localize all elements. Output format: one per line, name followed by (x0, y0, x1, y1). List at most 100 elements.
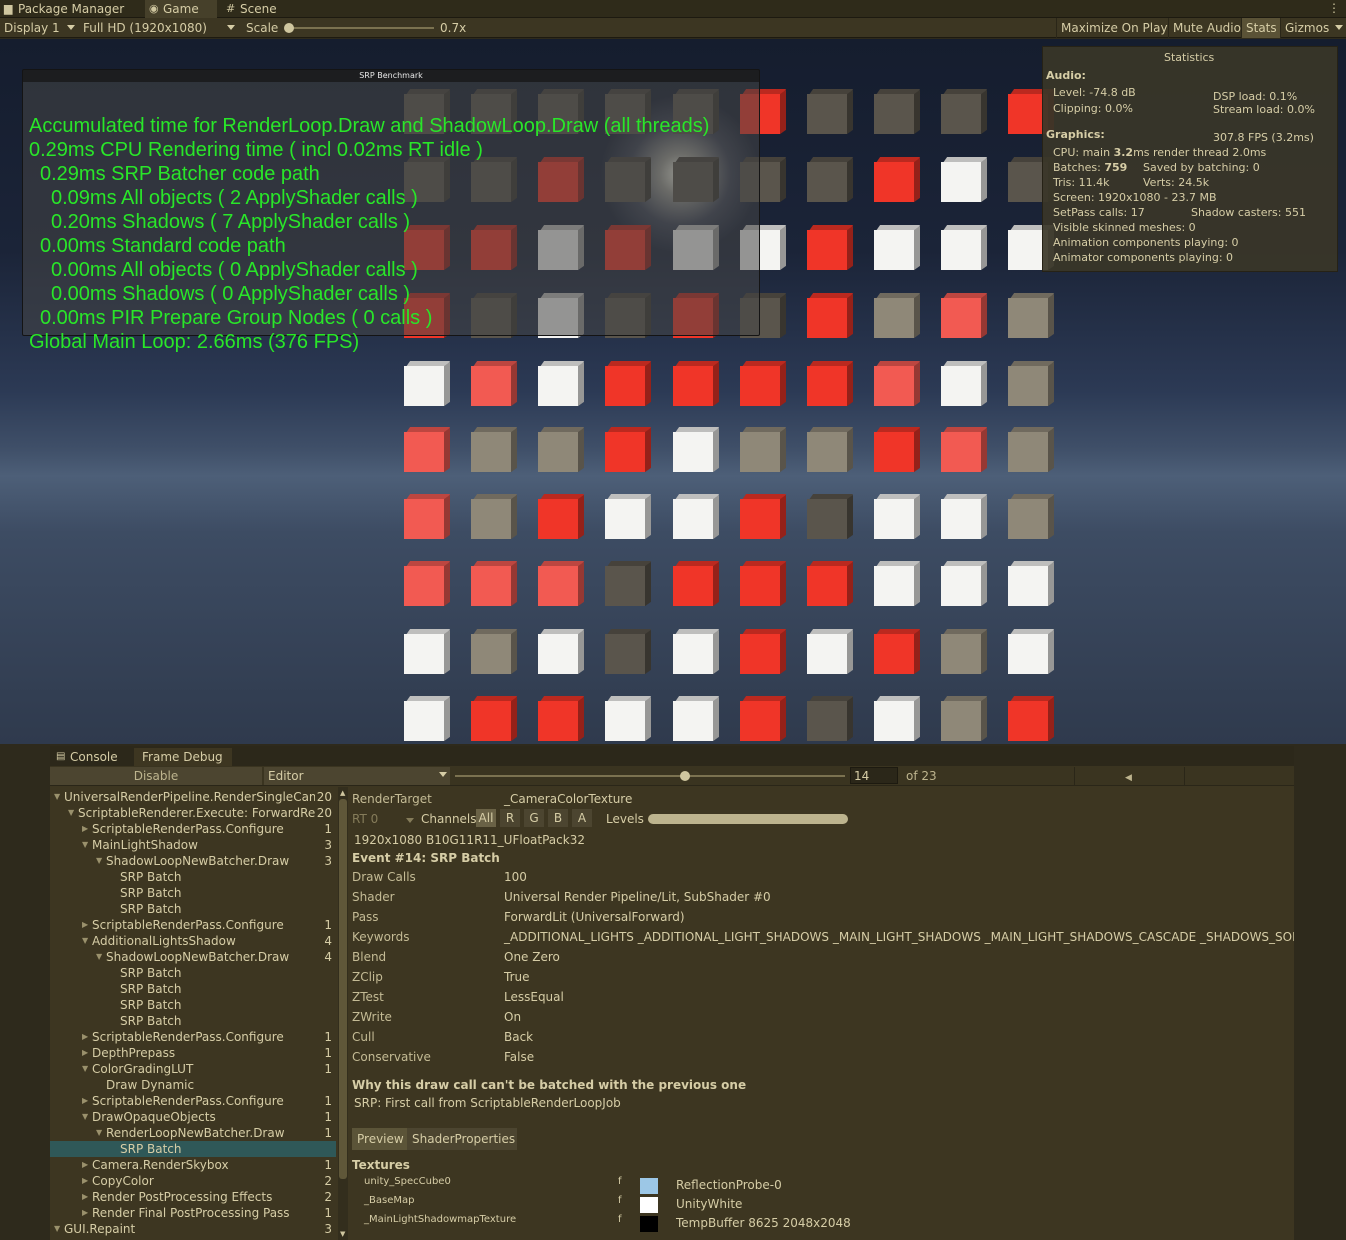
levels-range-slider[interactable] (648, 814, 848, 824)
tab-console[interactable]: ▤ Console (50, 748, 124, 766)
tree-row[interactable]: ▶ ScriptableRenderPass.Configure 1 (50, 1093, 336, 1109)
cube-side-face (914, 696, 920, 742)
tree-row-count: 1 (322, 1045, 332, 1061)
tree-scrollbar[interactable]: ▲ ▼ (338, 787, 348, 1240)
tab-game[interactable]: ◉ Game (145, 0, 217, 18)
gizmos-button[interactable]: Gizmos (1280, 18, 1333, 38)
tree-row[interactable]: ▼ AdditionalLightsShadow 4 (50, 933, 336, 949)
expand-down-icon[interactable]: ▼ (54, 1221, 64, 1237)
tree-row[interactable]: ▼ MainLightShadow 3 (50, 837, 336, 853)
texture-thumbnail[interactable] (640, 1216, 658, 1232)
cube-side-face (444, 427, 450, 473)
tree-row[interactable]: ▶ Render Final PostProcessing Pass 1 (50, 1205, 336, 1221)
more-options-icon[interactable]: ⋮ (1328, 1, 1340, 15)
expand-right-icon[interactable]: ▶ (82, 1189, 92, 1205)
preview-tab[interactable]: Preview (352, 1128, 409, 1150)
channel-b-button[interactable]: B (548, 809, 568, 827)
shader-properties-tab[interactable]: ShaderProperties (407, 1128, 517, 1150)
cube-side-face (981, 427, 987, 473)
scale-slider-thumb[interactable] (284, 23, 294, 33)
tree-row[interactable]: ▶ Render PostProcessing Effects 2 (50, 1189, 336, 1205)
tree-scrollbar-thumb[interactable] (339, 799, 347, 1179)
scroll-down-icon[interactable]: ▼ (340, 1230, 345, 1238)
expand-down-icon[interactable]: ▼ (54, 789, 64, 805)
tree-row[interactable]: ▼ ScriptableRenderer.Execute: ForwardRenc… (50, 805, 336, 821)
maximize-on-play-button[interactable]: Maximize On Play (1056, 18, 1172, 38)
target-dropdown[interactable]: Editor (264, 767, 450, 785)
channel-g-button[interactable]: G (524, 809, 544, 827)
channel-all-button[interactable]: All (476, 809, 496, 827)
expand-right-icon[interactable]: ▶ (82, 821, 92, 837)
cube-side-face (713, 629, 719, 675)
tree-row[interactable]: SRP Batch (50, 1141, 336, 1157)
event-slider-thumb[interactable] (680, 771, 690, 781)
event-index-field[interactable]: 14 (850, 767, 898, 784)
game-viewport[interactable]: SRP Benchmark Accumulated time for Rende… (0, 39, 1346, 744)
tree-row[interactable]: ▶ ScriptableRenderPass.Configure 1 (50, 917, 336, 933)
event-slider[interactable] (455, 775, 845, 777)
event-tree[interactable]: ▼ UniversalRenderPipeline.RenderSingleCam… (50, 787, 336, 1240)
package-icon: ▆ (4, 2, 13, 15)
tree-row[interactable]: ▼ ShadowLoopNewBatcher.Draw 3 (50, 853, 336, 869)
tree-row[interactable]: Draw Dynamic (50, 1077, 336, 1093)
expand-down-icon[interactable]: ▼ (82, 1061, 92, 1077)
tree-row[interactable]: SRP Batch (50, 1013, 336, 1029)
tree-row[interactable]: ▶ CopyColor 2 (50, 1173, 336, 1189)
cube-side-face (847, 293, 853, 339)
expand-down-icon[interactable]: ▼ (82, 1109, 92, 1125)
tree-row-label: Camera.RenderSkybox (92, 1158, 229, 1172)
expand-right-icon[interactable]: ▶ (82, 1205, 92, 1221)
cube-front-face (874, 162, 914, 202)
display-dropdown[interactable]: Display 1 (4, 18, 60, 38)
tree-row[interactable]: SRP Batch (50, 965, 336, 981)
expand-down-icon[interactable]: ▼ (82, 837, 92, 853)
tab-scene[interactable]: # Scene (222, 0, 292, 18)
tree-row[interactable]: ▶ Camera.RenderSkybox 1 (50, 1157, 336, 1173)
tree-row[interactable]: ▼ RenderLoopNewBatcher.Draw 1 (50, 1125, 336, 1141)
tree-row[interactable]: ▶ ScriptableRenderPass.Configure 1 (50, 821, 336, 837)
scroll-up-icon[interactable]: ▲ (340, 789, 345, 797)
expand-right-icon[interactable]: ▶ (82, 1173, 92, 1189)
tree-row[interactable]: ▼ UniversalRenderPipeline.RenderSingleCam… (50, 789, 336, 805)
scale-slider[interactable] (288, 27, 434, 29)
channel-a-button[interactable]: A (572, 809, 592, 827)
tree-row[interactable]: SRP Batch (50, 869, 336, 885)
rt-dropdown[interactable]: RT 0 (352, 812, 378, 826)
expand-down-icon[interactable]: ▼ (68, 805, 78, 821)
mute-audio-button[interactable]: Mute Audio (1168, 18, 1245, 38)
channel-r-button[interactable]: R (500, 809, 520, 827)
cube-side-face (1048, 494, 1054, 540)
resolution-dropdown[interactable]: Full HD (1920x1080) (83, 18, 207, 38)
tree-row[interactable]: SRP Batch (50, 997, 336, 1013)
expand-down-icon[interactable]: ▼ (82, 933, 92, 949)
cube-front-face (538, 366, 578, 406)
texture-thumbnail[interactable] (640, 1178, 658, 1194)
tree-row[interactable]: ▼ GUI.Repaint 3 (50, 1221, 336, 1237)
cube-front-face (605, 566, 645, 606)
tab-package-manager[interactable]: ▆ Package Manager (0, 0, 140, 18)
cube (941, 427, 988, 473)
tree-row[interactable]: ▼ ColorGradingLUT 1 (50, 1061, 336, 1077)
expand-down-icon[interactable]: ▼ (96, 949, 106, 965)
expand-down-icon[interactable]: ▼ (96, 853, 106, 869)
expand-down-icon[interactable]: ▼ (96, 1125, 106, 1141)
tab-frame-debug[interactable]: Frame Debug (134, 748, 232, 766)
tree-row[interactable]: ▶ DepthPrepass 1 (50, 1045, 336, 1061)
expand-right-icon[interactable]: ▶ (82, 1157, 92, 1173)
tree-row[interactable]: SRP Batch (50, 901, 336, 917)
tree-row-label: ScriptableRenderPass.Configure (92, 918, 284, 932)
stats-button[interactable]: Stats (1241, 18, 1281, 38)
tree-row[interactable]: ▼ ShadowLoopNewBatcher.Draw 4 (50, 949, 336, 965)
expand-right-icon[interactable]: ▶ (82, 1093, 92, 1109)
next-event-button[interactable] (1184, 767, 1292, 785)
texture-thumbnail[interactable] (640, 1197, 658, 1213)
tree-row[interactable]: ▼ DrawOpaqueObjects 1 (50, 1109, 336, 1125)
tree-row[interactable]: SRP Batch (50, 981, 336, 997)
tree-row[interactable]: SRP Batch (50, 885, 336, 901)
expand-right-icon[interactable]: ▶ (82, 917, 92, 933)
expand-right-icon[interactable]: ▶ (82, 1045, 92, 1061)
disable-button[interactable]: Disable (50, 767, 262, 785)
tree-row[interactable]: ▶ ScriptableRenderPass.Configure 1 (50, 1029, 336, 1045)
expand-right-icon[interactable]: ▶ (82, 1029, 92, 1045)
prev-event-button[interactable]: ◀ (1074, 767, 1182, 785)
